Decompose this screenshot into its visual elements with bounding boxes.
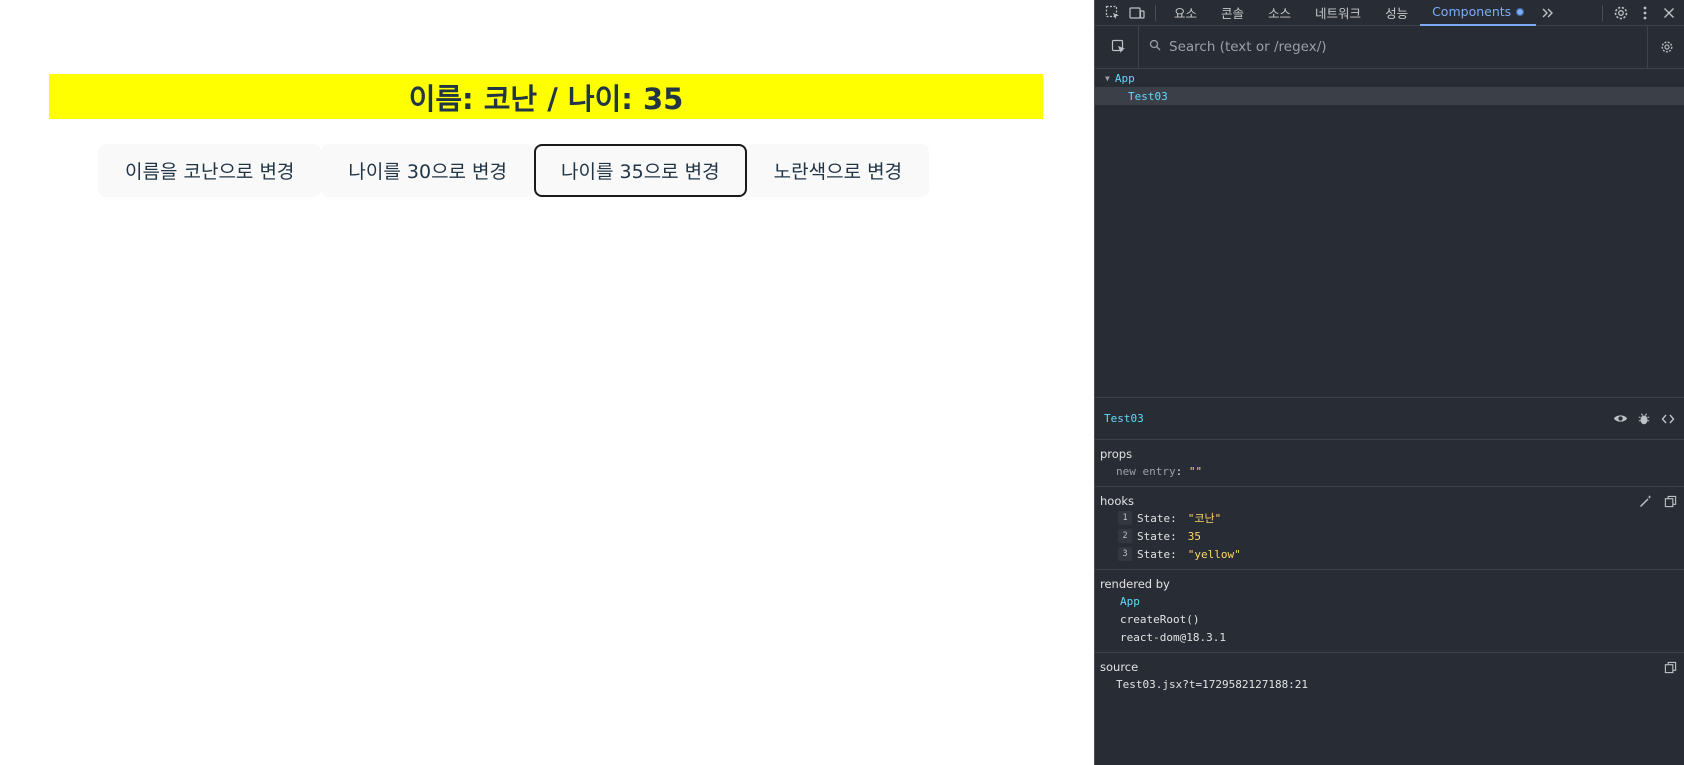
hooks-actions: [1638, 493, 1678, 509]
more-tabs-icon[interactable]: [1536, 1, 1560, 25]
tree-item-app[interactable]: ▼ App: [1095, 69, 1684, 87]
source-actions: [1662, 659, 1678, 675]
hooks-title-row: hooks: [1100, 493, 1680, 509]
settings-gear-icon[interactable]: [1609, 1, 1633, 25]
copy-icon[interactable]: [1662, 659, 1678, 675]
view-source-icon[interactable]: [1660, 411, 1676, 427]
rendered-by-title: rendered by: [1100, 577, 1170, 591]
change-age-30-button[interactable]: 나이를 30으로 변경: [321, 144, 535, 197]
rendered-by-section: rendered by App createRoot() react-dom@1…: [1095, 570, 1684, 653]
prop-value[interactable]: "": [1189, 465, 1202, 478]
component-picker-icon[interactable]: [1099, 25, 1139, 69]
tab-components[interactable]: Components: [1420, 0, 1537, 26]
hook-label: State:: [1137, 547, 1177, 561]
bug-icon[interactable]: [1636, 411, 1652, 427]
rendered-by-item: react-dom@18.3.1: [1120, 630, 1226, 644]
hook-label: State:: [1137, 511, 1177, 525]
device-toolbar-icon[interactable]: [1125, 1, 1149, 25]
tab-elements[interactable]: 요소: [1162, 0, 1209, 26]
source-title: source: [1100, 660, 1139, 674]
inspector-actions: [1612, 411, 1676, 427]
component-settings-gear-icon[interactable]: [1647, 25, 1684, 69]
name-age-banner: 이름: 코난 / 나이: 35: [49, 74, 1043, 119]
hook-index: 1: [1118, 511, 1132, 525]
rendered-by-item: createRoot(): [1120, 612, 1200, 626]
react-logo-icon: [1516, 7, 1525, 16]
hook-value[interactable]: "코난": [1188, 510, 1222, 526]
app-page: 이름: 코난 / 나이: 35 이름을 코난으로 변경 나이를 30으로 변경 …: [0, 0, 1094, 765]
source-section: source Test03.jsx?t=1729582127188:21: [1095, 653, 1684, 699]
expand-caret-icon[interactable]: ▼: [1105, 74, 1110, 83]
copy-icon[interactable]: [1662, 493, 1678, 509]
hook-label: State:: [1137, 529, 1177, 543]
prop-key: new entry: [1116, 464, 1176, 478]
tab-components-label: Components: [1432, 4, 1512, 19]
devtools-panel: 요소 콘솔 소스 네트워크 성능 Components Search (text…: [1094, 0, 1684, 765]
hook-index: 3: [1118, 547, 1132, 561]
hook-row[interactable]: 2 State: 35: [1100, 527, 1680, 545]
inspect-element-icon[interactable]: [1101, 1, 1125, 25]
props-title: props: [1100, 447, 1133, 461]
hook-value[interactable]: 35: [1188, 530, 1201, 543]
inspector-header: Test03: [1095, 398, 1684, 440]
component-tree: ▼ App Test03: [1095, 69, 1684, 397]
source-location[interactable]: Test03.jsx?t=1729582127188:21: [1100, 675, 1680, 693]
eye-icon[interactable]: [1612, 411, 1628, 427]
devtools-tabbar: 요소 콘솔 소스 네트워크 성능 Components: [1095, 0, 1684, 26]
right-separator: [1602, 4, 1603, 21]
more-options-icon[interactable]: [1633, 1, 1657, 25]
search-input[interactable]: [1169, 32, 1647, 62]
tab-separator: [1155, 4, 1156, 21]
search-icon: [1149, 39, 1161, 55]
close-icon[interactable]: [1657, 1, 1681, 25]
prop-colon: :: [1175, 464, 1189, 478]
hooks-title: hooks: [1100, 494, 1135, 508]
tab-performance[interactable]: 성능: [1373, 0, 1420, 26]
component-search-bar: [1095, 25, 1684, 69]
button-row: 이름을 코난으로 변경 나이를 30으로 변경 나이를 35으로 변경 노란색으…: [98, 144, 930, 197]
devtools-right-actions: [1596, 1, 1684, 25]
hook-row[interactable]: 1 State: "코난": [1100, 509, 1680, 527]
source-title-row: source: [1100, 659, 1680, 675]
change-age-35-button[interactable]: 나이를 35으로 변경: [534, 144, 747, 197]
component-inspector: Test03 props new entry : "" hooks 1 Stat…: [1095, 397, 1684, 765]
hook-row[interactable]: 3 State: "yellow": [1100, 545, 1680, 563]
rendered-by-app-link[interactable]: App: [1100, 592, 1680, 610]
prop-new-entry[interactable]: new entry : "": [1100, 462, 1680, 480]
hook-index: 2: [1118, 529, 1132, 543]
tree-item-label: Test03: [1128, 89, 1168, 103]
hook-value[interactable]: "yellow": [1188, 548, 1241, 561]
magic-wand-icon[interactable]: [1638, 493, 1654, 509]
change-yellow-button[interactable]: 노란색으로 변경: [746, 144, 930, 197]
props-section: props new entry : "": [1095, 440, 1684, 487]
tab-console[interactable]: 콘솔: [1209, 0, 1256, 26]
tree-item-test03[interactable]: Test03: [1095, 87, 1684, 105]
hooks-section: hooks 1 State: "코난" 2 State: 35 3 State:…: [1095, 487, 1684, 570]
tab-network[interactable]: 네트워크: [1303, 0, 1373, 26]
tree-item-label: App: [1114, 71, 1135, 85]
change-name-button[interactable]: 이름을 코난으로 변경: [98, 144, 322, 197]
inspected-component-name: Test03: [1104, 412, 1144, 425]
tab-sources[interactable]: 소스: [1256, 0, 1303, 26]
